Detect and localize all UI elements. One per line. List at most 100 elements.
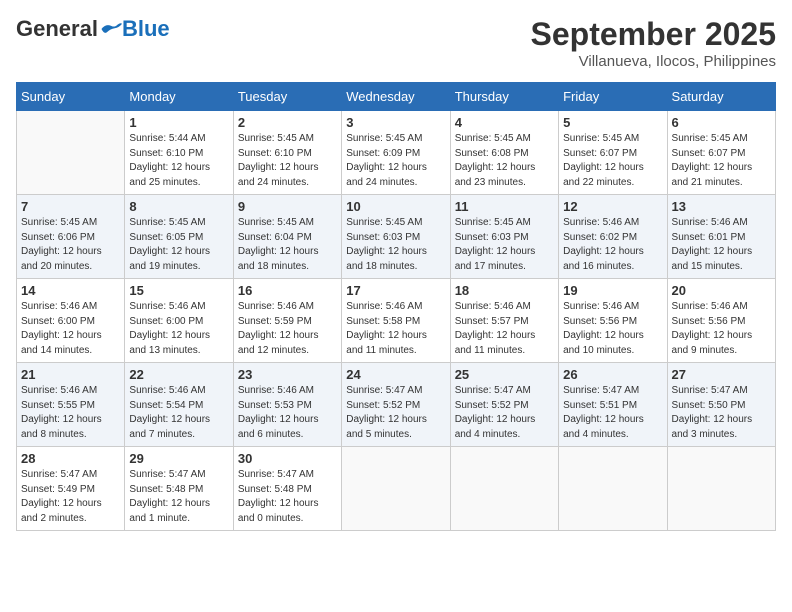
calendar-cell: 14 Sunrise: 5:46 AM Sunset: 6:00 PM Dayli… xyxy=(17,279,125,363)
calendar-header-row: SundayMondayTuesdayWednesdayThursdayFrid… xyxy=(17,83,776,111)
day-number: 16 xyxy=(238,283,337,298)
day-number: 21 xyxy=(21,367,120,382)
day-number: 15 xyxy=(129,283,228,298)
day-info: Sunrise: 5:45 AM Sunset: 6:07 PM Dayligh… xyxy=(563,132,662,190)
day-number: 5 xyxy=(563,115,662,130)
calendar-cell: 12 Sunrise: 5:46 AM Sunset: 6:02 PM Dayli… xyxy=(559,195,667,279)
calendar-header-monday: Monday xyxy=(125,83,233,111)
logo-bird-icon xyxy=(100,21,122,37)
calendar-cell: 18 Sunrise: 5:46 AM Sunset: 5:57 PM Dayli… xyxy=(450,279,558,363)
day-info: Sunrise: 5:46 AM Sunset: 5:54 PM Dayligh… xyxy=(129,384,228,442)
day-number: 28 xyxy=(21,451,120,466)
day-info: Sunrise: 5:45 AM Sunset: 6:09 PM Dayligh… xyxy=(346,132,445,190)
calendar-cell: 28 Sunrise: 5:47 AM Sunset: 5:49 PM Dayli… xyxy=(17,447,125,531)
day-number: 7 xyxy=(21,199,120,214)
day-number: 17 xyxy=(346,283,445,298)
day-number: 4 xyxy=(455,115,554,130)
calendar-cell: 15 Sunrise: 5:46 AM Sunset: 6:00 PM Dayli… xyxy=(125,279,233,363)
day-info: Sunrise: 5:45 AM Sunset: 6:03 PM Dayligh… xyxy=(346,216,445,274)
day-info: Sunrise: 5:45 AM Sunset: 6:06 PM Dayligh… xyxy=(21,216,120,274)
day-info: Sunrise: 5:46 AM Sunset: 6:01 PM Dayligh… xyxy=(672,216,771,274)
calendar-cell: 7 Sunrise: 5:45 AM Sunset: 6:06 PM Daylig… xyxy=(17,195,125,279)
day-number: 13 xyxy=(672,199,771,214)
day-number: 25 xyxy=(455,367,554,382)
calendar-cell: 4 Sunrise: 5:45 AM Sunset: 6:08 PM Daylig… xyxy=(450,111,558,195)
calendar-cell: 24Sunrise: 5:47 AM Sunset: 5:52 PM Dayli… xyxy=(342,363,450,447)
day-info: Sunrise: 5:47 AM Sunset: 5:52 PM Dayligh… xyxy=(455,384,554,442)
calendar-cell: 22 Sunrise: 5:46 AM Sunset: 5:54 PM Dayli… xyxy=(125,363,233,447)
calendar-cell: 16 Sunrise: 5:46 AM Sunset: 5:59 PM Dayli… xyxy=(233,279,341,363)
calendar-week-row: 28 Sunrise: 5:47 AM Sunset: 5:49 PM Dayli… xyxy=(17,447,776,531)
day-info: Sunrise: 5:47 AM Sunset: 5:50 PM Dayligh… xyxy=(672,384,771,442)
calendar-cell: 3Sunrise: 5:45 AM Sunset: 6:09 PM Daylig… xyxy=(342,111,450,195)
day-number: 22 xyxy=(129,367,228,382)
calendar-cell xyxy=(342,447,450,531)
calendar-table: SundayMondayTuesdayWednesdayThursdayFrid… xyxy=(16,82,776,531)
calendar-cell: 11Sunrise: 5:45 AM Sunset: 6:03 PM Dayli… xyxy=(450,195,558,279)
month-title: September 2025 xyxy=(531,16,776,53)
calendar-week-row: 1Sunrise: 5:44 AM Sunset: 6:10 PM Daylig… xyxy=(17,111,776,195)
day-info: Sunrise: 5:47 AM Sunset: 5:49 PM Dayligh… xyxy=(21,468,120,526)
calendar-cell: 1Sunrise: 5:44 AM Sunset: 6:10 PM Daylig… xyxy=(125,111,233,195)
day-number: 26 xyxy=(563,367,662,382)
calendar-cell: 9Sunrise: 5:45 AM Sunset: 6:04 PM Daylig… xyxy=(233,195,341,279)
logo-blue-text: Blue xyxy=(122,16,170,42)
logo: General Blue xyxy=(16,16,170,42)
day-info: Sunrise: 5:47 AM Sunset: 5:48 PM Dayligh… xyxy=(238,468,337,526)
calendar-cell: 26 Sunrise: 5:47 AM Sunset: 5:51 PM Dayli… xyxy=(559,363,667,447)
day-info: Sunrise: 5:45 AM Sunset: 6:05 PM Dayligh… xyxy=(129,216,228,274)
calendar-cell: 21 Sunrise: 5:46 AM Sunset: 5:55 PM Dayli… xyxy=(17,363,125,447)
day-number: 18 xyxy=(455,283,554,298)
day-info: Sunrise: 5:44 AM Sunset: 6:10 PM Dayligh… xyxy=(129,132,228,190)
day-number: 29 xyxy=(129,451,228,466)
calendar-week-row: 14 Sunrise: 5:46 AM Sunset: 6:00 PM Dayli… xyxy=(17,279,776,363)
calendar-cell: 5 Sunrise: 5:45 AM Sunset: 6:07 PM Daylig… xyxy=(559,111,667,195)
day-number: 14 xyxy=(21,283,120,298)
day-info: Sunrise: 5:46 AM Sunset: 5:56 PM Dayligh… xyxy=(672,300,771,358)
calendar-cell: 10 Sunrise: 5:45 AM Sunset: 6:03 PM Dayli… xyxy=(342,195,450,279)
calendar-week-row: 21 Sunrise: 5:46 AM Sunset: 5:55 PM Dayli… xyxy=(17,363,776,447)
day-info: Sunrise: 5:46 AM Sunset: 5:53 PM Dayligh… xyxy=(238,384,337,442)
title-block: September 2025 Villanueva, Ilocos, Phili… xyxy=(531,16,776,70)
calendar-cell: 13 Sunrise: 5:46 AM Sunset: 6:01 PM Dayli… xyxy=(667,195,775,279)
calendar-header-friday: Friday xyxy=(559,83,667,111)
calendar-cell: 8Sunrise: 5:45 AM Sunset: 6:05 PM Daylig… xyxy=(125,195,233,279)
calendar-header-thursday: Thursday xyxy=(450,83,558,111)
day-number: 27 xyxy=(672,367,771,382)
calendar-header-tuesday: Tuesday xyxy=(233,83,341,111)
day-info: Sunrise: 5:47 AM Sunset: 5:51 PM Dayligh… xyxy=(563,384,662,442)
day-number: 2 xyxy=(238,115,337,130)
calendar-header-wednesday: Wednesday xyxy=(342,83,450,111)
calendar-cell xyxy=(17,111,125,195)
day-number: 6 xyxy=(672,115,771,130)
day-info: Sunrise: 5:46 AM Sunset: 6:02 PM Dayligh… xyxy=(563,216,662,274)
calendar-cell: 23Sunrise: 5:46 AM Sunset: 5:53 PM Dayli… xyxy=(233,363,341,447)
day-number: 12 xyxy=(563,199,662,214)
location-text: Villanueva, Ilocos, Philippines xyxy=(531,53,776,70)
day-number: 19 xyxy=(563,283,662,298)
logo-general-text: General xyxy=(16,16,98,42)
day-info: Sunrise: 5:46 AM Sunset: 5:57 PM Dayligh… xyxy=(455,300,554,358)
calendar-cell xyxy=(667,447,775,531)
day-info: Sunrise: 5:46 AM Sunset: 5:55 PM Dayligh… xyxy=(21,384,120,442)
calendar-cell: 6Sunrise: 5:45 AM Sunset: 6:07 PM Daylig… xyxy=(667,111,775,195)
day-info: Sunrise: 5:46 AM Sunset: 5:58 PM Dayligh… xyxy=(346,300,445,358)
day-number: 11 xyxy=(455,199,554,214)
calendar-cell: 30 Sunrise: 5:47 AM Sunset: 5:48 PM Dayli… xyxy=(233,447,341,531)
day-number: 10 xyxy=(346,199,445,214)
day-info: Sunrise: 5:45 AM Sunset: 6:08 PM Dayligh… xyxy=(455,132,554,190)
calendar-cell: 25 Sunrise: 5:47 AM Sunset: 5:52 PM Dayli… xyxy=(450,363,558,447)
day-info: Sunrise: 5:46 AM Sunset: 6:00 PM Dayligh… xyxy=(129,300,228,358)
calendar-cell: 19Sunrise: 5:46 AM Sunset: 5:56 PM Dayli… xyxy=(559,279,667,363)
calendar-cell xyxy=(559,447,667,531)
day-info: Sunrise: 5:47 AM Sunset: 5:52 PM Dayligh… xyxy=(346,384,445,442)
day-info: Sunrise: 5:45 AM Sunset: 6:10 PM Dayligh… xyxy=(238,132,337,190)
day-info: Sunrise: 5:46 AM Sunset: 5:59 PM Dayligh… xyxy=(238,300,337,358)
day-number: 30 xyxy=(238,451,337,466)
calendar-cell: 20 Sunrise: 5:46 AM Sunset: 5:56 PM Dayli… xyxy=(667,279,775,363)
day-number: 20 xyxy=(672,283,771,298)
day-number: 9 xyxy=(238,199,337,214)
calendar-cell xyxy=(450,447,558,531)
page-header: General Blue September 2025 Villanueva, … xyxy=(16,16,776,70)
day-info: Sunrise: 5:46 AM Sunset: 6:00 PM Dayligh… xyxy=(21,300,120,358)
